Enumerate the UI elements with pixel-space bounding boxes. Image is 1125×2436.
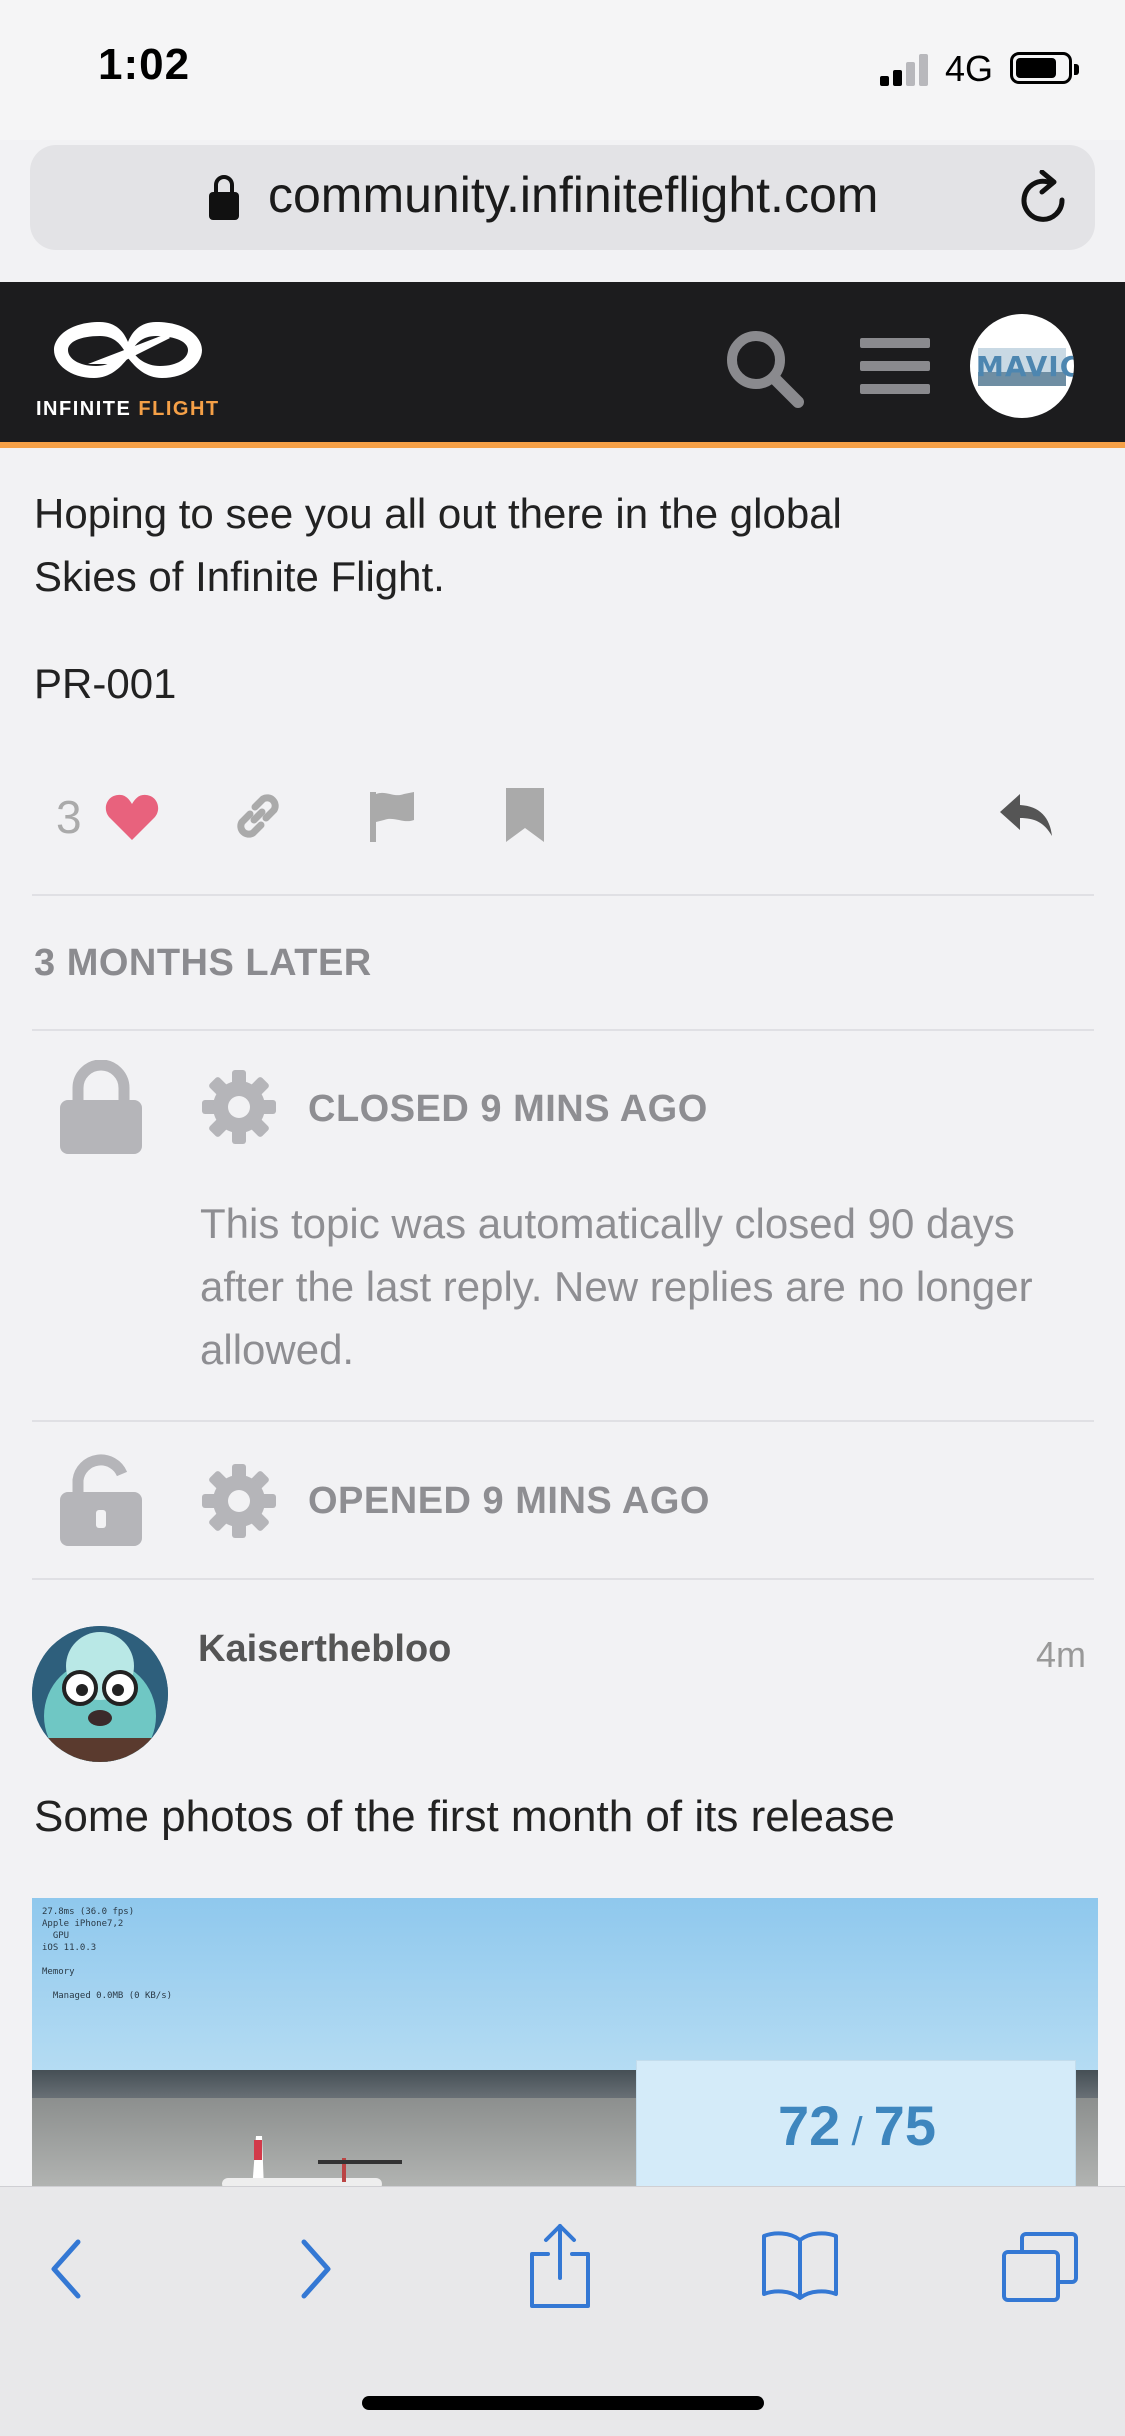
post-time[interactable]: 4m [1036, 1634, 1086, 1676]
logo-word-flight: FLIGHT [138, 398, 220, 420]
logo-text: INFINITE FLIGHT [36, 398, 220, 421]
divider [32, 1578, 1094, 1580]
post-text-line-2: Skies of Infinite Flight. [34, 553, 445, 600]
reply-icon[interactable] [998, 792, 1056, 840]
search-icon[interactable] [722, 326, 806, 410]
progress-current: 72 [778, 2094, 841, 2157]
monster-avatar-image [32, 1626, 168, 1762]
closed-event-title: CLOSED 9 MINS AGO [308, 1088, 708, 1130]
status-time: 1:02 [98, 40, 191, 89]
reload-icon[interactable] [1018, 170, 1070, 226]
share-icon[interactable] [528, 2222, 592, 2308]
avatar-text: MAVIC [976, 350, 1074, 383]
heart-icon[interactable] [104, 792, 160, 842]
home-indicator[interactable] [362, 2396, 764, 2410]
divider [32, 1420, 1094, 1422]
bookmark-icon[interactable] [502, 786, 548, 844]
closed-lock-icon [60, 1060, 142, 1154]
url-text[interactable]: community.infiniteflight.com [268, 166, 878, 224]
progress-total: 75 [873, 2094, 936, 2157]
reply-text: Some photos of the first month of its re… [34, 1792, 895, 1841]
logo-word-infinite: INFINITE [36, 398, 132, 420]
network-type: 4G [945, 48, 994, 89]
divider [32, 894, 1094, 896]
hamburger-menu-icon[interactable] [860, 334, 930, 398]
airplane-image [222, 2136, 402, 2188]
like-count: 3 [56, 791, 82, 843]
gear-icon [202, 1464, 276, 1538]
current-user-avatar[interactable]: MAVIC [970, 314, 1074, 418]
image-debug-overlay: 27.8ms (36.0 fps) Apple iPhone7,2 GPU iO… [42, 1907, 173, 2001]
divider [32, 1029, 1094, 1031]
gear-icon [202, 1070, 276, 1144]
secure-lock-icon [209, 175, 239, 220]
topic-progress[interactable]: 72 / 75 [636, 2060, 1076, 2196]
battery-icon [1010, 52, 1079, 84]
post-signature: PR-001 [34, 660, 177, 707]
forward-icon[interactable] [296, 2238, 336, 2300]
bookmarks-icon[interactable] [760, 2230, 840, 2300]
username[interactable]: Kaiserthebloo [198, 1628, 451, 1671]
back-icon[interactable] [46, 2238, 86, 2300]
signal-strength-icon [880, 52, 932, 86]
closed-event-body: This topic was automatically closed 90 d… [200, 1200, 1033, 1373]
flag-icon[interactable] [364, 788, 420, 844]
open-lock-icon [60, 1454, 142, 1546]
link-icon[interactable] [230, 788, 286, 844]
infinite-flight-logo-icon[interactable] [48, 312, 208, 388]
post-text-line-1: Hoping to see you all out there in the g… [34, 490, 842, 537]
post-actions: 3 [34, 780, 1094, 850]
user-avatar[interactable] [32, 1626, 168, 1762]
tabs-icon[interactable] [1000, 2230, 1080, 2304]
opened-event-title: OPENED 9 MINS AGO [308, 1480, 710, 1522]
time-gap-label: 3 MONTHS LATER [34, 942, 372, 984]
image-sky [32, 1898, 1098, 2073]
